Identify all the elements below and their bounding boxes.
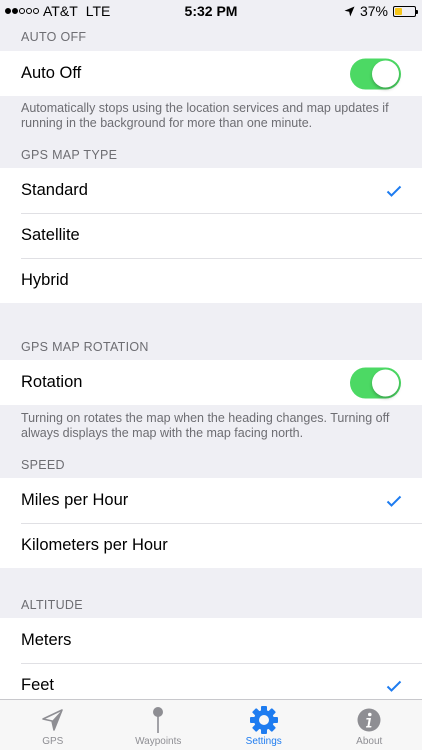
status-right: 37%	[344, 3, 418, 19]
tab-waypoints-label: Waypoints	[135, 736, 182, 747]
map-type-hybrid-label: Hybrid	[21, 271, 69, 289]
altitude-feet-label: Feet	[21, 676, 55, 694]
location-services-icon	[344, 6, 355, 16]
auto-off-toggle[interactable]	[350, 58, 401, 89]
map-type-satellite-row[interactable]: Satellite	[0, 213, 422, 258]
altitude-meters-row[interactable]: Meters	[0, 618, 422, 663]
tab-gps-label: GPS	[42, 736, 64, 747]
speed-mph-label: Miles per Hour	[21, 491, 129, 509]
tab-settings-label: Settings	[245, 736, 282, 747]
group-map-rotation: Rotation	[0, 360, 422, 405]
map-type-hybrid-row[interactable]: Hybrid	[0, 258, 422, 303]
group-auto-off: Auto Off	[0, 51, 422, 96]
auto-off-row: Auto Off	[0, 51, 422, 96]
group-map-type: Standard Satellite Hybrid	[0, 168, 422, 303]
battery-icon	[393, 5, 418, 17]
speed-mph-row[interactable]: Miles per Hour	[0, 478, 422, 523]
map-type-satellite-label: Satellite	[21, 226, 80, 244]
checkmark-icon	[386, 495, 402, 507]
altitude-feet-row[interactable]: Feet	[0, 663, 422, 699]
pin-icon	[151, 706, 165, 734]
tab-waypoints[interactable]: Waypoints	[106, 700, 212, 750]
section-header-speed: SPEED	[21, 458, 65, 472]
tab-bar: GPS Waypoints Settings About	[0, 699, 422, 750]
tab-settings[interactable]: Settings	[211, 700, 317, 750]
rotation-label: Rotation	[21, 373, 83, 391]
map-type-standard-row[interactable]: Standard	[0, 168, 422, 213]
auto-off-footer: Automatically stops using the location s…	[21, 101, 389, 130]
speed-kph-label: Kilometers per Hour	[21, 536, 168, 554]
info-icon	[356, 706, 382, 734]
section-header-map-rotation: GPS MAP ROTATION	[21, 340, 149, 354]
rotation-footer: Turning on rotates the map when the head…	[21, 411, 390, 440]
battery-level	[395, 7, 403, 15]
auto-off-label: Auto Off	[21, 64, 82, 82]
speed-kph-row[interactable]: Kilometers per Hour	[0, 523, 422, 568]
altitude-meters-label: Meters	[21, 631, 72, 649]
group-altitude: Meters Feet	[0, 618, 422, 699]
section-header-altitude: ALTITUDE	[21, 598, 83, 612]
battery-percent: 37%	[359, 3, 388, 19]
rotation-row: Rotation	[0, 360, 422, 405]
tab-about-label: About	[356, 736, 383, 747]
group-speed: Miles per Hour Kilometers per Hour	[0, 478, 422, 568]
checkmark-icon	[386, 185, 402, 197]
status-bar: AT&T LTE 5:32 PM 37%	[0, 0, 422, 22]
tab-about[interactable]: About	[317, 700, 422, 750]
map-type-standard-label: Standard	[21, 181, 88, 199]
rotation-toggle[interactable]	[350, 367, 401, 398]
settings-list[interactable]: AUTO OFF Auto Off Automatically stops us…	[0, 22, 422, 699]
section-header-map-type: GPS MAP TYPE	[21, 148, 118, 162]
checkmark-icon	[386, 680, 402, 692]
section-header-auto-off: AUTO OFF	[21, 30, 87, 44]
tab-gps[interactable]: GPS	[0, 700, 106, 750]
location-arrow-icon	[40, 706, 66, 734]
gear-icon	[249, 706, 279, 734]
